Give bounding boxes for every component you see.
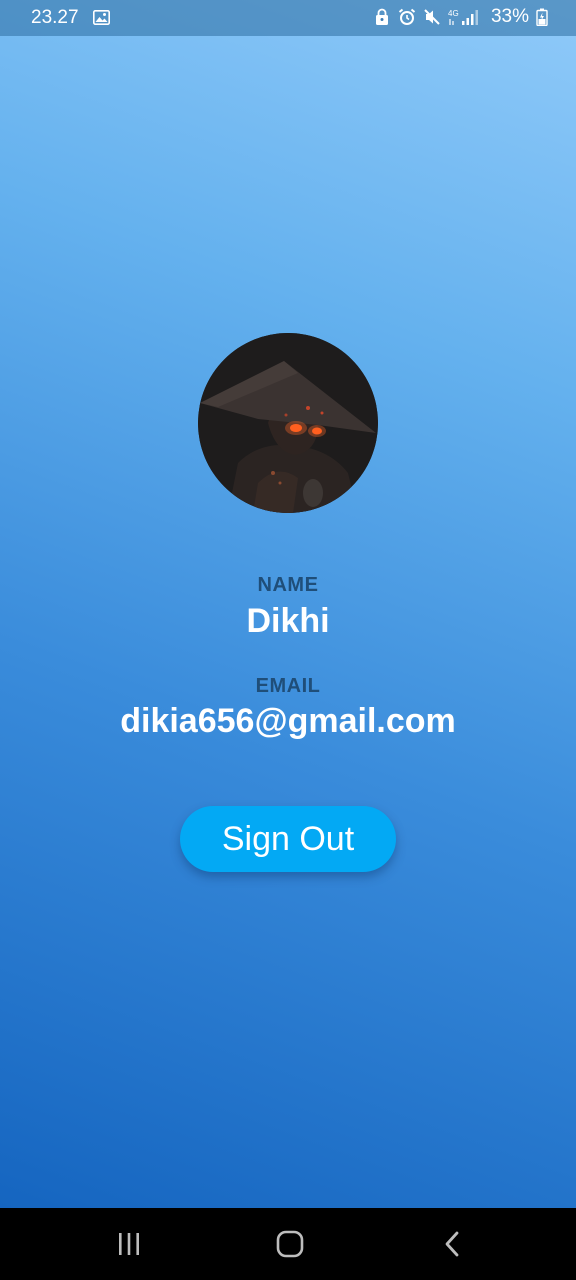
status-icons: 4G 33%	[373, 6, 548, 28]
navigation-bar	[0, 1208, 576, 1280]
gallery-icon	[93, 10, 110, 25]
alarm-icon	[398, 8, 416, 25]
battery-percentage: 33%	[490, 6, 529, 27]
back-icon	[445, 1231, 459, 1257]
email-label: EMAIL	[255, 675, 321, 697]
profile-avatar	[198, 333, 378, 513]
avatar-image	[198, 333, 378, 513]
profile-screen: 23.27 4G 33% NAME Dikhi EMAIL dikia656@g…	[0, 0, 576, 1208]
recent-apps-icon	[119, 1233, 139, 1255]
network-type: 4G	[448, 9, 459, 18]
status-time: 23.27	[31, 7, 79, 28]
status-bar: 23.27 4G 33%	[0, 0, 576, 36]
battery-icon	[536, 8, 548, 26]
back-button[interactable]	[430, 1222, 474, 1266]
home-button[interactable]	[268, 1222, 312, 1266]
lock-icon	[375, 8, 388, 25]
mute-icon	[424, 9, 440, 25]
sign-out-button[interactable]: Sign Out	[180, 806, 396, 872]
email-value: dikia656@gmail.com	[120, 702, 456, 740]
home-icon	[276, 1230, 304, 1258]
signal-icon: 4G	[448, 9, 478, 25]
recent-apps-button[interactable]	[107, 1222, 151, 1266]
name-label: NAME	[257, 574, 319, 596]
name-value: Dikhi	[246, 602, 330, 640]
